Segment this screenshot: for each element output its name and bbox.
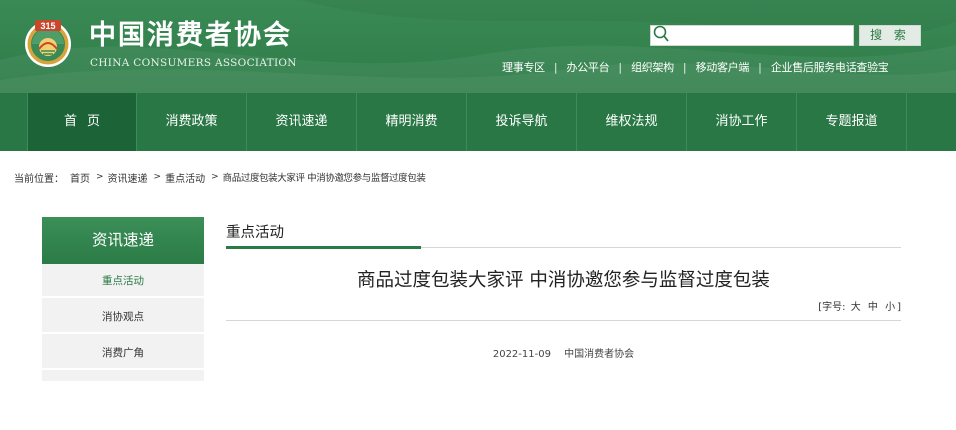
article-date: 2022-11-09 — [492, 349, 551, 360]
font-size-small[interactable]: 小 — [885, 302, 895, 313]
sidebar-title: 资讯速递 — [42, 217, 204, 264]
nav-item-consumer-policy[interactable]: 消费政策 — [137, 93, 247, 151]
sidebar-item-consumer-perspective[interactable]: 消费广角 — [42, 336, 204, 370]
article-meta: 2022-11-09 中国消费者协会 — [226, 345, 901, 360]
nav-item-association-work[interactable]: 消协工作 — [687, 93, 797, 151]
breadcrumb-news[interactable]: 资讯速递 — [108, 170, 148, 185]
breadcrumb-current: 商品过度包装大家评 中消协邀您参与监督过度包装 — [222, 173, 426, 184]
font-size-switcher: [字号: 大 中 小] — [818, 298, 901, 313]
article-source: 中国消费者协会 — [564, 349, 635, 360]
nav-item-special-reports[interactable]: 专题报道 — [797, 93, 907, 151]
nav-item-complaint-guide[interactable]: 投诉导航 — [467, 93, 577, 151]
breadcrumb-home[interactable]: 首页 — [70, 170, 90, 185]
section-title: 重点活动 — [226, 225, 284, 241]
site-header: 315 中国消费者协会 CHINA CONSUMERS ASSOCIATION … — [0, 0, 956, 151]
nav-item-home[interactable]: 首页 — [27, 93, 137, 151]
breadcrumb-separator: > — [211, 172, 219, 182]
quicklink-service-phone-check[interactable]: 企业售后服务电话查验宝 — [771, 59, 889, 75]
sidebar-item-key-activities[interactable]: 重点活动 — [42, 264, 204, 298]
sidebar-item-association-views[interactable]: 消协观点 — [42, 300, 204, 334]
quicklink-separator: | — [618, 60, 623, 74]
article-title: 商品过度包装大家评 中消协邀您参与监督过度包装 — [357, 270, 770, 291]
brand-name-en: CHINA CONSUMERS ASSOCIATION — [90, 57, 297, 69]
quicklink-separator: | — [682, 60, 687, 74]
breadcrumb-separator: > — [96, 172, 104, 182]
quicklinks-bar: 理事专区 | 办公平台 | 组织架构 | 移动客户端 | 企业售后服务电话查验宝 — [502, 59, 889, 75]
search-icon — [653, 25, 669, 42]
breadcrumb: 当前位置： 首页 > 资讯速递 > 重点活动 > 商品过度包装大家评 中消协邀您… — [14, 170, 426, 185]
sidebar: 资讯速递 重点活动 消协观点 消费广角 — [42, 217, 204, 381]
section-divider-accent — [226, 246, 421, 249]
nav-item-smart-consumption[interactable]: 精明消费 — [357, 93, 467, 151]
font-size-label: [字号: — [818, 302, 846, 313]
font-size-medium[interactable]: 中 — [868, 302, 878, 313]
quicklink-organization[interactable]: 组织架构 — [631, 59, 674, 75]
logo-text: 315 — [40, 21, 55, 31]
search-button[interactable]: 搜 索 — [859, 25, 921, 46]
quicklink-office[interactable]: 办公平台 — [567, 59, 610, 75]
quicklink-mobile[interactable]: 移动客户端 — [696, 59, 750, 75]
main-nav: 首页 消费政策 资讯速递 精明消费 投诉导航 维权法规 消协工作 专题报道 — [0, 93, 956, 151]
breadcrumb-prefix: 当前位置： — [14, 173, 64, 185]
breadcrumb-separator: > — [153, 172, 162, 182]
article-divider — [226, 320, 901, 321]
brand-name-cn[interactable]: 中国消费者协会 — [89, 20, 292, 52]
search-input[interactable] — [671, 27, 851, 44]
cca-logo-icon: 315 — [25, 20, 71, 67]
breadcrumb-key-activities[interactable]: 重点活动 — [165, 170, 205, 185]
quicklink-council[interactable]: 理事专区 — [502, 59, 545, 75]
quicklink-separator: | — [553, 60, 558, 74]
quicklink-separator: | — [758, 60, 762, 74]
font-size-close: ] — [897, 302, 901, 313]
nav-item-rights-law[interactable]: 维权法规 — [577, 93, 687, 151]
nav-item-news[interactable]: 资讯速递 — [247, 93, 357, 151]
font-size-large[interactable]: 大 — [851, 302, 861, 313]
